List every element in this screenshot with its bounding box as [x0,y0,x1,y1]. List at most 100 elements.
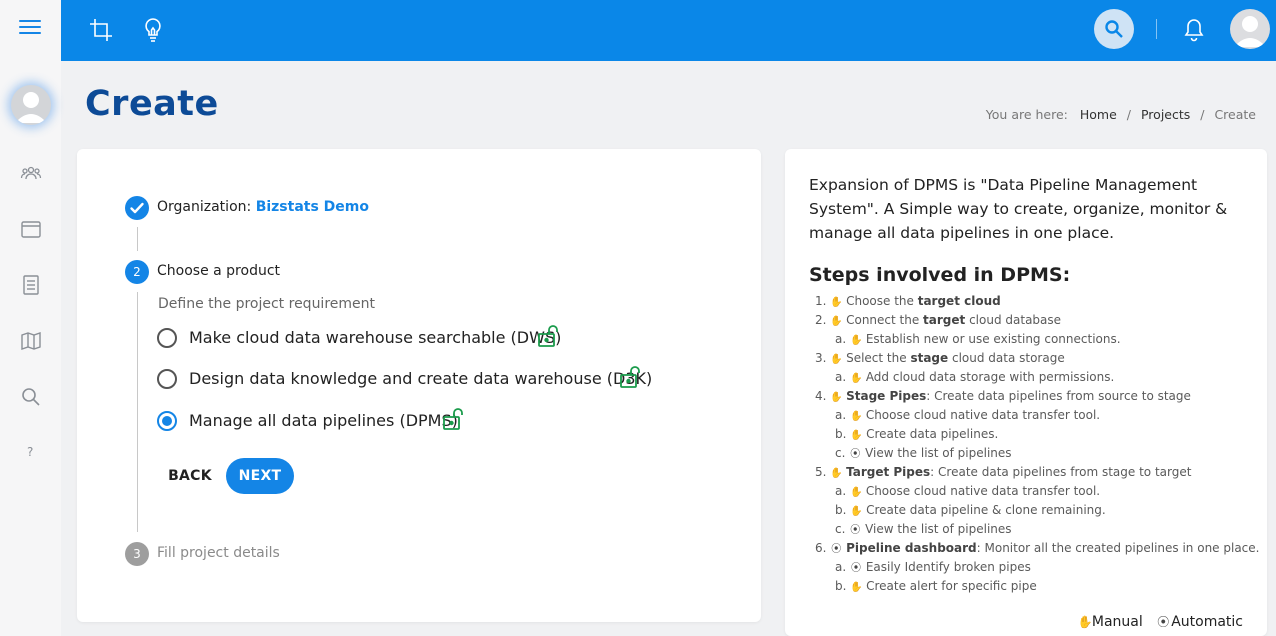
substep-text: Establish new or use existing connection… [865,332,1121,346]
substep-text: Choose cloud native data transfer tool. [865,408,1101,422]
automatic-dot-icon: ⦿ [850,563,861,574]
bell-icon[interactable] [1182,17,1206,47]
search-icon[interactable] [20,386,42,408]
step-item: 4. ✋ Stage Pipes: Create data pipelines … [809,387,1249,406]
document-icon[interactable] [20,274,42,296]
manual-hand-icon: ✋ [850,582,863,593]
unlock-icon [537,324,559,352]
option-dws-label: Make cloud data warehouse searchable (DW… [189,328,562,347]
substep-text: Choose cloud native data transfer tool. [865,484,1101,498]
hamburger-menu-icon[interactable] [19,20,41,38]
step-keyword: Pipeline dashboard [846,541,977,555]
step-connector [137,227,138,251]
substep-marker: a. [835,408,850,422]
legend: ✋Manual ⦿ Automatic [1068,613,1243,630]
option-dpms[interactable]: Manage all data pipelines (DPMS) [157,408,477,434]
manual-hand-icon: ✋ [849,373,863,384]
step-number-2: 2 [125,260,149,284]
step-item: 2. ✋ Connect the target cloud database [809,311,1249,330]
steps-heading: Steps involved in DPMS: [809,264,1071,286]
unlock-icon [442,407,464,435]
window-icon[interactable] [20,218,42,240]
manual-hand-icon: ✋ [830,316,843,327]
step-text: Select the [846,351,911,365]
radio-d3k[interactable] [157,369,177,389]
page-title: Create [85,84,219,124]
automatic-dot-icon: ⦿ [831,544,842,555]
step-connector [137,292,138,532]
step-keyword: target cloud [917,294,1001,308]
step-choose-product: Choose a product [157,263,281,279]
substep-text: View the list of pipelines [865,446,1012,460]
step-keyword: Target Pipes [846,465,931,479]
step-item: 6. ⦿ Pipeline dashboard: Monitor all the… [809,539,1259,558]
substep-item: a. ✋ Choose cloud native data transfer t… [809,406,1249,425]
steps-list: 1. ✋ Choose the target cloud 2. ✋ Connect… [809,292,1259,596]
top-bar [61,0,1276,61]
manual-hand-icon: ✋ [830,468,843,479]
step-number-3: 3 [125,542,149,566]
next-button[interactable]: NEXT [226,458,294,494]
step-text: Connect the [846,313,924,327]
option-d3k[interactable]: Design data knowledge and create data wa… [157,366,657,392]
automatic-dot-icon: ⦿ [850,449,861,460]
option-dws[interactable]: Make cloud data warehouse searchable (DW… [157,325,577,351]
manual-hand-icon: ✋ [830,297,843,308]
manual-hand-icon: ✋ [830,354,843,365]
substep-item: c. ⦿ View the list of pipelines [809,520,1249,539]
step-text: cloud data storage [948,351,1065,365]
substep-text: View the list of pipelines [865,522,1012,536]
substep-item: a. ✋ Choose cloud native data transfer t… [809,482,1249,501]
step-marker: 1. [815,294,831,308]
substep-item: a. ⦿ Easily Identify broken pipes [809,558,1249,577]
substep-marker: a. [835,370,850,384]
search-button[interactable] [1094,9,1134,49]
search-icon [1105,20,1123,38]
substep-text: Create data pipelines. [866,427,999,441]
radio-dws[interactable] [157,328,177,348]
info-card: Expansion of DPMS is "Data Pipeline Mana… [785,149,1267,636]
step-text: : Monitor all the created pipelines in o… [976,541,1260,555]
help-icon[interactable]: ? [27,445,33,459]
step-complete-check-icon [125,196,149,220]
radio-dpms[interactable] [157,411,177,431]
substep-text: Create data pipeline & clone remaining. [866,503,1106,517]
step-marker: 5. [815,465,831,479]
step-marker: 2. [815,313,831,327]
option-d3k-label: Design data knowledge and create data wa… [189,369,653,388]
substep-item: b. ✋ Create data pipeline & clone remain… [809,501,1249,520]
crop-icon[interactable] [87,16,115,44]
lightbulb-icon[interactable] [139,16,167,44]
rail-avatar[interactable] [11,85,51,125]
step-keyword: Stage Pipes [846,389,927,403]
breadcrumb-prefix: You are here: [985,107,1068,122]
step-text: cloud database [965,313,1062,327]
breadcrumb-home[interactable]: Home [1080,107,1117,122]
dpms-intro: Expansion of DPMS is "Data Pipeline Mana… [809,176,1228,242]
back-button[interactable]: BACK [163,458,217,494]
step-organization-label: Organization: [157,199,252,215]
left-rail: ? [0,0,61,636]
step-text: Choose the [846,294,918,308]
step-sublabel: Define the project requirement [158,296,375,312]
step-marker: 6. [815,541,831,555]
substep-marker: c. [835,522,850,536]
user-avatar[interactable] [1230,9,1270,49]
automatic-dot-icon: ⦿ [1157,615,1170,629]
substep-marker: a. [835,332,850,346]
breadcrumb-separator: / [1126,107,1131,122]
breadcrumb-projects[interactable]: Projects [1141,107,1190,122]
groups-icon[interactable] [20,162,42,184]
manual-hand-icon: ✋ [1077,615,1093,629]
map-icon[interactable] [20,330,42,352]
legend-automatic: Automatic [1171,614,1243,630]
manual-hand-icon: ✋ [830,392,843,403]
substep-marker: b. [835,427,851,441]
unlock-icon [619,365,641,393]
substep-marker: a. [835,560,850,574]
substep-marker: b. [835,579,851,593]
step-text: : Create data pipelines from stage to ta… [930,465,1192,479]
substep-text: Add cloud data storage with permissions. [865,370,1115,384]
manual-hand-icon: ✋ [850,430,863,441]
substep-text: Create alert for specific pipe [866,579,1037,593]
